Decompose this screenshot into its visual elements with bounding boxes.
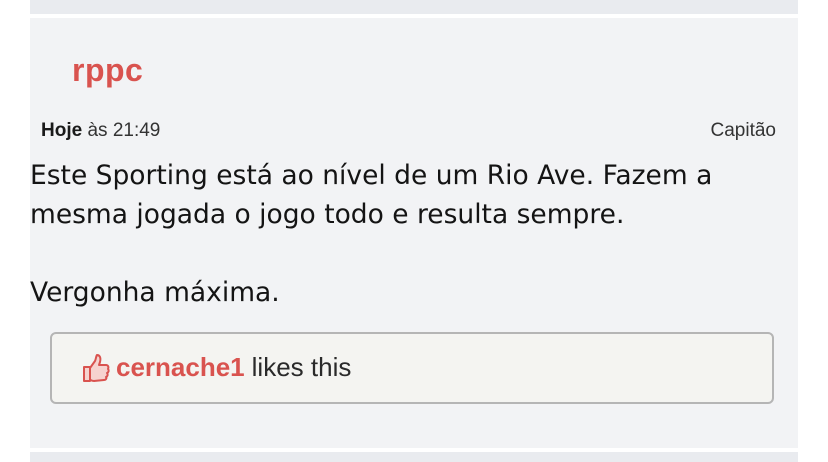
post-date[interactable]: Hoje às 21:49 <box>41 120 160 142</box>
thread-page: rppc Hoje às 21:49 Capitão Este Sporting… <box>0 0 828 462</box>
thumbs-up-icon <box>82 353 110 383</box>
like-username-link[interactable]: cernache1 <box>116 352 245 383</box>
likes-summary: cernache1 likes this <box>50 332 774 404</box>
message-line: Este Sporting está ao nível de um Rio Av… <box>30 160 713 191</box>
forum-post: rppc Hoje às 21:49 Capitão Este Sporting… <box>30 18 798 448</box>
next-post-edge <box>30 452 798 462</box>
user-title: Capitão <box>710 120 777 141</box>
previous-post-edge <box>30 0 798 14</box>
message-line: Vergonha máxima. <box>30 277 280 308</box>
post-date-time: às 21:49 <box>87 120 161 141</box>
post-username-link[interactable]: rppc <box>72 52 143 89</box>
post-meta: Hoje às 21:49 Capitão <box>41 120 776 144</box>
message-line: mesma jogada o jogo todo e resulta sempr… <box>30 199 625 230</box>
post-date-day: Hoje <box>41 120 83 141</box>
likes-suffix-text: likes this <box>251 352 352 382</box>
post-message: Este Sporting está ao nível de um Rio Av… <box>30 156 780 312</box>
likes-summary-content: cernache1 likes this <box>82 352 351 383</box>
